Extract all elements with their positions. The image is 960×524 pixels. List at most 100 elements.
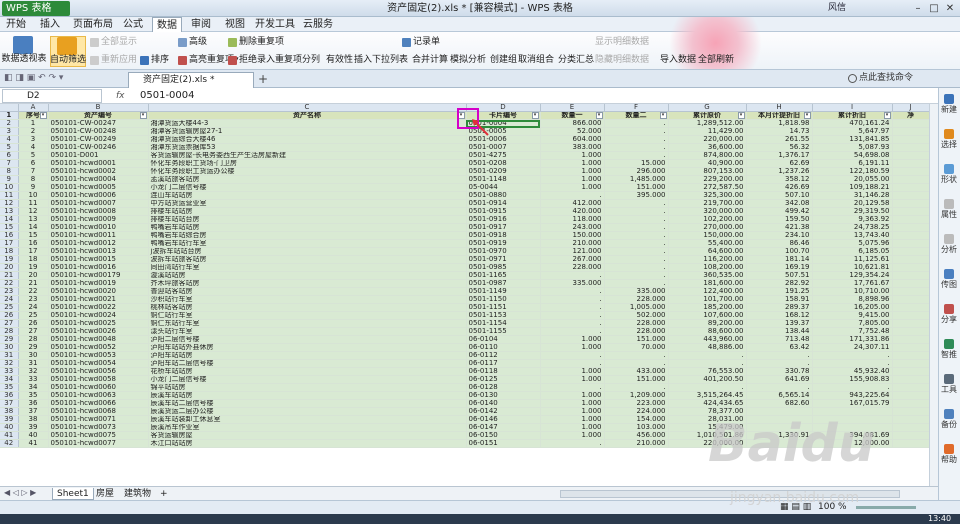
table-cell[interactable]: 325,300.00 <box>668 191 747 200</box>
table-cell[interactable]: 320,000.00 <box>668 207 747 216</box>
row-number[interactable]: 1 <box>0 111 19 120</box>
table-cell[interactable]: 050101-hcwd0026 <box>48 327 149 336</box>
table-cell[interactable]: 412.000 <box>540 199 605 208</box>
column-header[interactable]: C <box>148 104 467 112</box>
table-cell[interactable]: 33 <box>18 375 49 384</box>
table-cell[interactable]: 06-0140 <box>466 399 541 408</box>
table-cell[interactable]: . <box>604 383 669 392</box>
table-cell[interactable]: 050101-hcwd0001 <box>48 159 149 168</box>
table-cell[interactable]: . <box>604 143 669 152</box>
table-cell[interactable]: 050101-D001 <box>48 151 149 160</box>
remove-duplicates-button[interactable]: 删除重复项 <box>228 37 284 48</box>
filter-dropdown-icon[interactable]: ▾ <box>595 112 603 119</box>
table-cell[interactable]: 6,191.11 <box>812 159 893 168</box>
table-cell[interactable]: 铜仁站行车室 <box>148 311 467 320</box>
table-cell[interactable]: 050101-hcwd0019 <box>48 279 149 288</box>
table-cell[interactable] <box>892 263 930 272</box>
table-cell[interactable]: 151.000 <box>604 335 669 344</box>
table-cell[interactable]: 泸阳车站站外县休房 <box>148 343 467 352</box>
side-tools-button[interactable]: 工具 <box>938 374 960 394</box>
table-cell[interactable] <box>892 351 930 360</box>
table-cell[interactable]: . <box>604 135 669 144</box>
table-cell[interactable]: 229,200.00 <box>668 175 747 184</box>
table-cell[interactable]: 167,015.79 <box>812 399 893 408</box>
table-cell[interactable]: 芥木坪旅客站房 <box>148 279 467 288</box>
sheet-tab[interactable]: Sheet1 <box>52 488 94 500</box>
table-cell[interactable]: 050101-hcwd0056 <box>48 367 149 376</box>
table-cell[interactable]: 9,415.00 <box>812 311 893 320</box>
table-cell[interactable]: 228.000 <box>540 263 605 272</box>
table-cell[interactable]: 1,005.000 <box>604 303 669 312</box>
table-cell[interactable]: 1.000 <box>540 183 605 192</box>
table-cell[interactable]: . <box>540 303 605 312</box>
table-cell[interactable]: 335.000 <box>540 279 605 288</box>
show-all-button[interactable]: 全部显示 <box>90 37 137 48</box>
table-cell[interactable]: 0501-0916 <box>466 215 541 224</box>
table-cell[interactable]: 103.000 <box>604 423 669 432</box>
table-cell[interactable]: 连山车站站房 <box>148 191 467 200</box>
table-cell[interactable]: 0501-0918 <box>466 231 541 240</box>
table-cell[interactable]: 0501-0971 <box>466 255 541 264</box>
table-cell[interactable]: . <box>604 279 669 288</box>
table-cell[interactable] <box>892 167 930 176</box>
row-number[interactable]: 19 <box>0 255 19 264</box>
table-cell[interactable] <box>892 215 930 224</box>
table-cell[interactable]: . <box>604 239 669 248</box>
table-cell[interactable]: . <box>540 295 605 304</box>
table-cell[interactable]: 14 <box>18 223 49 232</box>
table-cell[interactable]: 943,225.64 <box>812 391 893 400</box>
select-all-corner[interactable] <box>0 104 19 112</box>
table-cell[interactable]: . <box>540 191 605 200</box>
table-cell[interactable] <box>892 335 930 344</box>
table-cell[interactable]: 1.000 <box>540 159 605 168</box>
table-cell[interactable]: 050101-hcwd0054 <box>48 359 149 368</box>
sheet-nav-arrows[interactable]: ◀ ◁ ▷ ▶ <box>4 488 36 497</box>
filter-dropdown-icon[interactable]: ▾ <box>139 112 147 119</box>
table-cell[interactable]: 55,400.00 <box>668 239 747 248</box>
side-new-button[interactable]: 新建 <box>938 94 960 114</box>
table-cell[interactable]: 铜仁东站行车室 <box>148 319 467 328</box>
column-header[interactable]: J <box>892 104 930 112</box>
table-cell[interactable]: 38 <box>18 415 49 424</box>
table-cell[interactable]: 花桥车站站房 <box>148 367 467 376</box>
table-cell[interactable] <box>892 367 930 376</box>
table-cell[interactable]: 1.000 <box>540 335 605 344</box>
table-cell[interactable]: 138.44 <box>746 327 813 336</box>
subtotal-button[interactable]: 分类汇总 <box>558 55 594 66</box>
table-cell[interactable]: 1,209.000 <box>604 391 669 400</box>
table-cell[interactable]: 050101-CW-00247 <box>48 119 149 128</box>
table-cell[interactable]: 433.000 <box>604 367 669 376</box>
table-cell[interactable]: 06-0146 <box>466 415 541 424</box>
menu-4[interactable]: 数据 <box>152 17 182 32</box>
table-cell[interactable] <box>892 191 930 200</box>
table-cell[interactable]: 150.000 <box>540 231 605 240</box>
table-cell[interactable]: 100.70 <box>746 247 813 256</box>
table-cell[interactable]: 050101-hcwd0058 <box>48 375 149 384</box>
table-cell[interactable]: . <box>540 287 605 296</box>
import-data-button[interactable]: 导入数据 <box>660 55 696 66</box>
row-number[interactable]: 32 <box>0 359 19 368</box>
add-sheet-icon[interactable]: + <box>156 488 172 500</box>
table-cell[interactable]: 0501-1153 <box>466 311 541 320</box>
table-cell[interactable]: 050101-hcwd0048 <box>48 335 149 344</box>
table-cell[interactable]: . <box>668 383 747 392</box>
table-cell[interactable]: 0501-0985 <box>466 263 541 272</box>
table-cell[interactable] <box>892 143 930 152</box>
table-cell[interactable]: 499.42 <box>746 207 813 216</box>
table-cell[interactable]: 35 <box>18 391 49 400</box>
table-cell[interactable]: 050101-hcwd0073 <box>48 423 149 432</box>
table-cell[interactable]: 1.000 <box>540 423 605 432</box>
table-cell[interactable]: 050101-hcwd0060 <box>48 383 149 392</box>
table-cell[interactable]: 050101-hcwd0071 <box>48 415 149 424</box>
split-column-button[interactable]: 分列 <box>302 55 320 66</box>
table-cell[interactable]: . <box>540 439 605 448</box>
table-cell[interactable]: 282.92 <box>746 279 813 288</box>
table-cell[interactable]: . <box>604 199 669 208</box>
side-help-button[interactable]: 帮助 <box>938 444 960 464</box>
table-cell[interactable]: . <box>668 351 747 360</box>
filter-dropdown-icon[interactable]: ▾ <box>39 112 47 119</box>
table-cell[interactable]: 06-0147 <box>466 423 541 432</box>
row-number[interactable]: 38 <box>0 407 19 416</box>
table-cell[interactable]: 怀化车务段职工货运办公楼 <box>148 167 467 176</box>
table-cell[interactable]: 1.000 <box>540 415 605 424</box>
